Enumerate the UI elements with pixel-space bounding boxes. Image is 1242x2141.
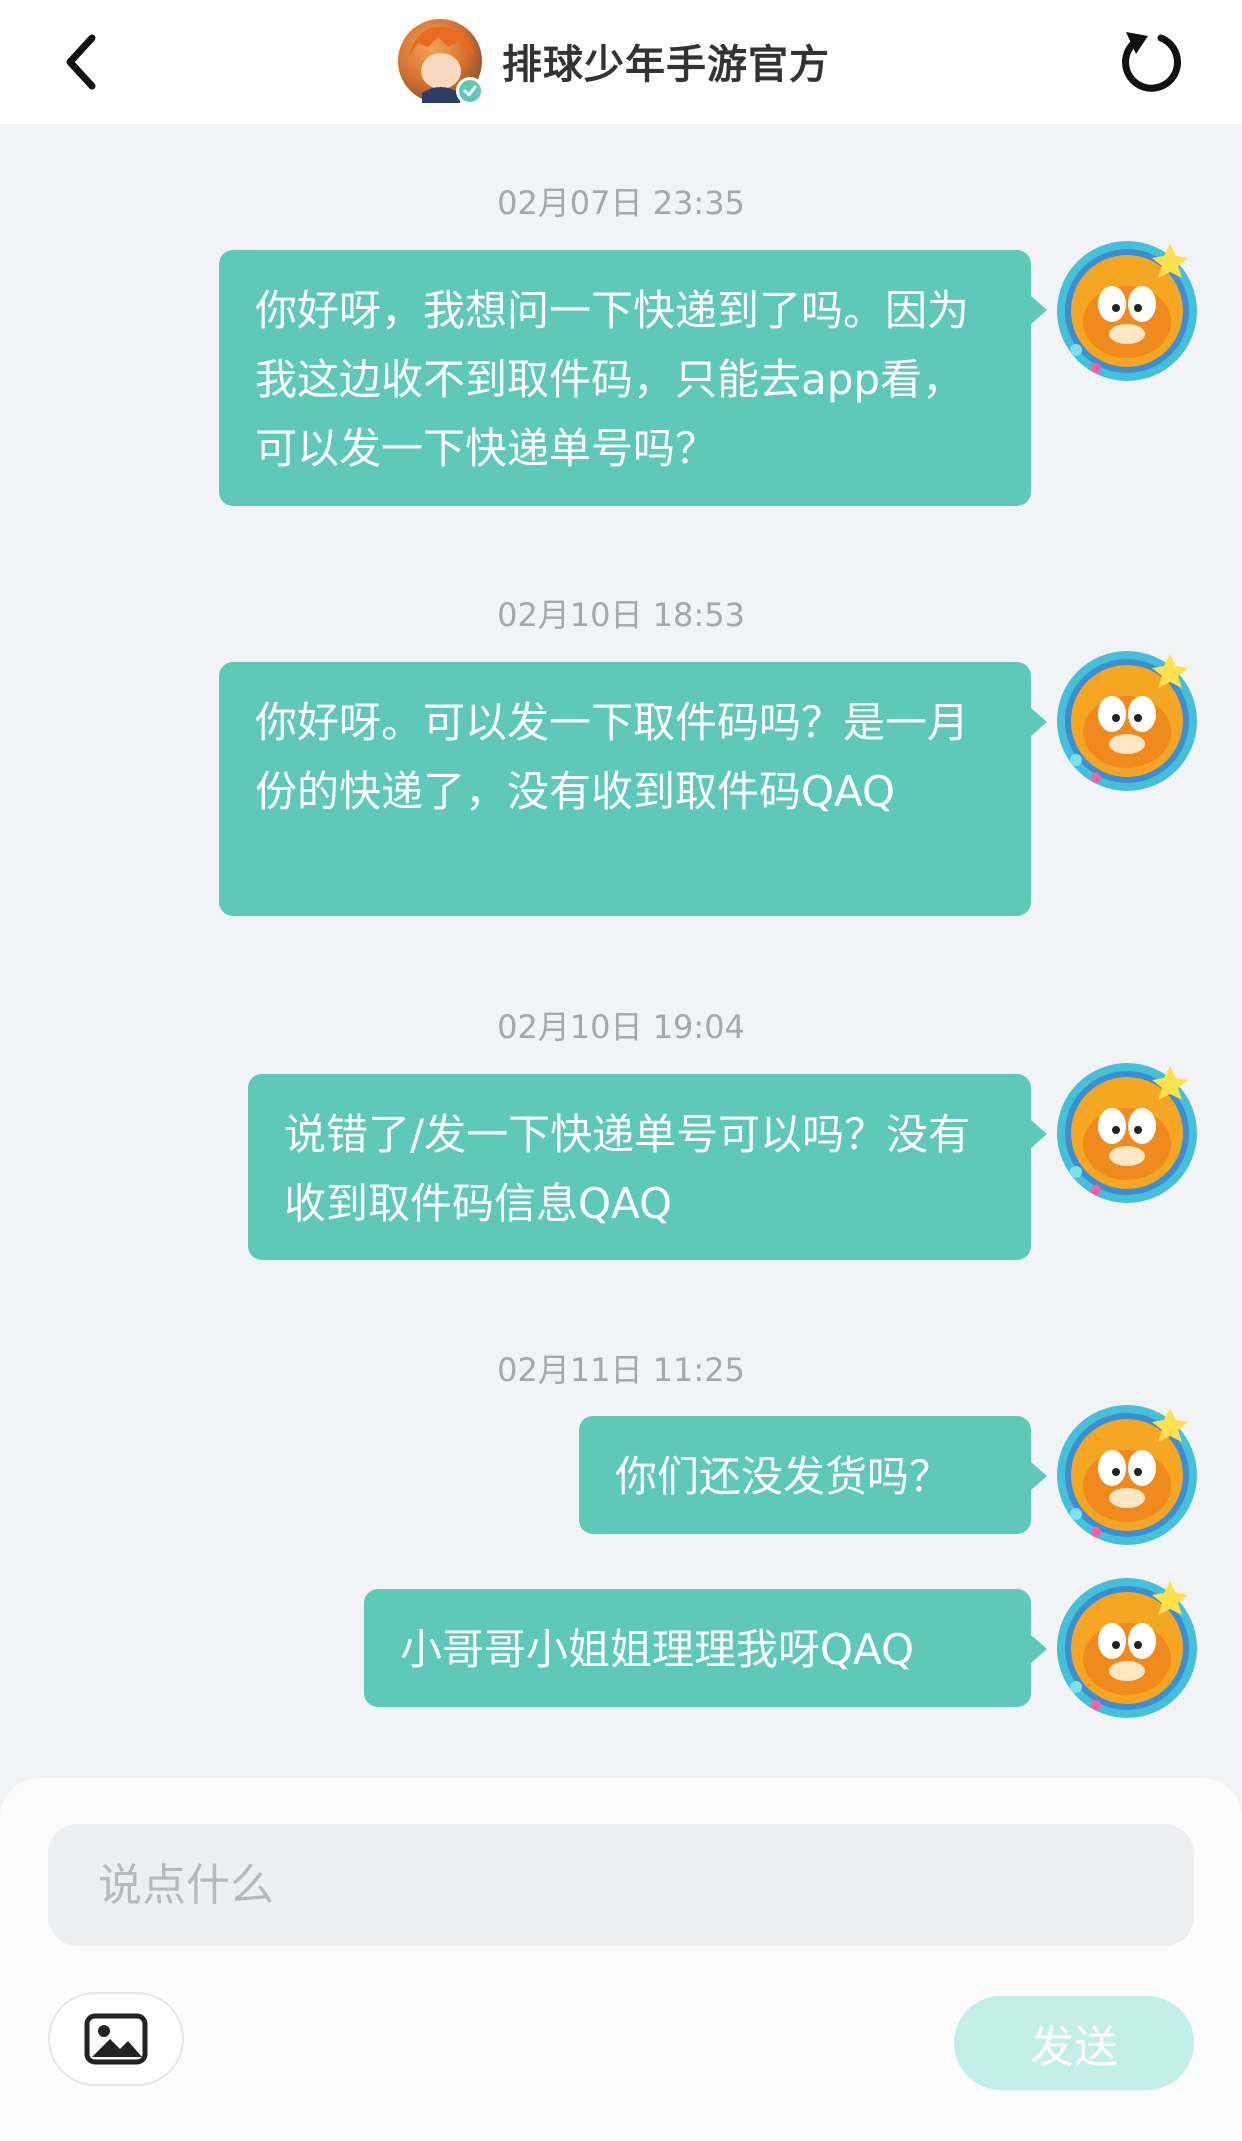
message-timestamp: 02月10日 18:53: [497, 596, 745, 634]
refresh-button[interactable]: [1112, 22, 1190, 100]
user-avatar[interactable]: [1052, 646, 1202, 796]
message-timestamp: 02月07日 23:35: [497, 184, 745, 222]
message-input[interactable]: [48, 1824, 1194, 1946]
message-bubble[interactable]: 小哥哥小姐姐理理我呀QAQ: [364, 1589, 1047, 1707]
user-avatar[interactable]: [1052, 1573, 1202, 1723]
verified-badge: [456, 77, 484, 105]
message-bubble[interactable]: 说错了/发一下快递单号可以吗？没有收到取件码信息QAQ: [248, 1074, 1047, 1260]
message-bubble[interactable]: 你好呀，我想问一下快递到了吗。因为我这边收不到取件码，只能去app看，可以发一下…: [219, 250, 1047, 506]
chat-title: 排球少年手游官方: [502, 42, 830, 88]
chat-title-group: 排球少年手游官方: [398, 17, 830, 105]
image-icon: [84, 2013, 148, 2065]
chevron-left-icon: [66, 34, 96, 90]
message-composer: 发送: [0, 1778, 1242, 2141]
top-bar: 排球少年手游官方: [0, 0, 1242, 124]
refresh-icon: [1122, 32, 1181, 92]
image-picker-button[interactable]: [48, 1992, 184, 2086]
message-timestamp: 02月10日 19:04: [497, 1008, 745, 1046]
check-badge-icon: [463, 85, 477, 97]
official-account-avatar[interactable]: [398, 19, 484, 105]
message-timestamp: 02月11日 11:25: [497, 1351, 745, 1389]
send-button[interactable]: 发送: [954, 1996, 1194, 2090]
message-bubble[interactable]: 你们还没发货吗？: [579, 1416, 1047, 1534]
user-avatar[interactable]: [1052, 1058, 1202, 1208]
user-avatar[interactable]: [1052, 236, 1202, 386]
message-bubble[interactable]: 你好呀。可以发一下取件码吗？是一月份的快递了，没有收到取件码QAQ: [219, 662, 1047, 916]
user-avatar[interactable]: [1052, 1400, 1202, 1550]
back-button[interactable]: [40, 22, 120, 102]
